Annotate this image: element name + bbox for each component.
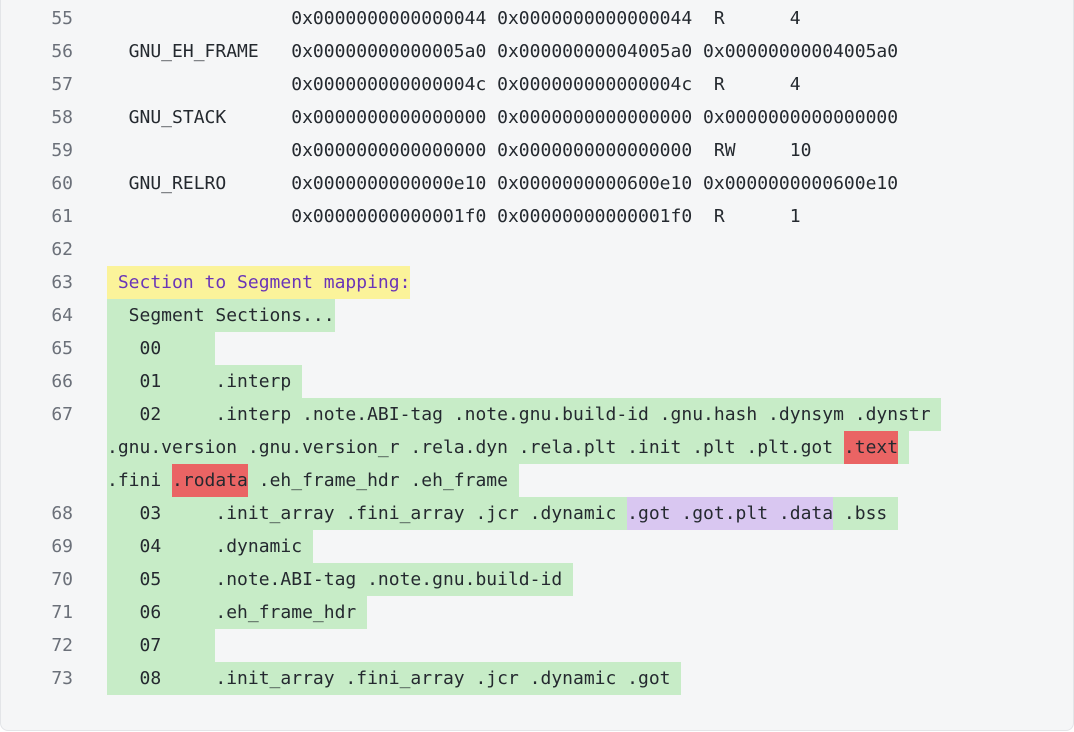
line-number: 64: [51, 305, 73, 326]
line-number: 69: [51, 536, 73, 557]
line-number: 61: [51, 206, 73, 227]
highlight-yellow-segment: Section to Segment mapping:: [107, 266, 411, 299]
code-line: 59 0x0000000000000000 0x0000000000000000…: [1, 134, 1073, 167]
code-line: 72 07: [1, 629, 1073, 662]
code-block: 55 0x0000000000000044 0x0000000000000044…: [0, 0, 1074, 731]
highlight-green-segment: .fini: [107, 464, 173, 497]
code-line: 60 GNU_RELRO 0x0000000000000e10 0x000000…: [1, 167, 1073, 200]
line-text-highlighted: 06 .eh_frame_hdr: [107, 596, 368, 629]
line-text-highlighted: 07: [107, 629, 216, 662]
line-text: 0x000000000000004c 0x000000000000004c R …: [107, 74, 801, 95]
line-number: 70: [51, 569, 73, 590]
highlight-green-segment: 04 .dynamic: [107, 530, 313, 563]
line-number: 67: [51, 404, 73, 425]
highlight-green-segment: 06 .eh_frame_hdr: [107, 596, 368, 629]
code-line: 73 08 .init_array .fini_array .jcr .dyna…: [1, 662, 1073, 695]
line-text-highlighted: .gnu.version .gnu.version_r .rela.dyn .r…: [107, 431, 909, 464]
line-text: GNU_STACK 0x0000000000000000 0x000000000…: [107, 107, 899, 128]
line-text-highlighted: 00: [107, 332, 216, 365]
code-line: 66 01 .interp: [1, 365, 1073, 398]
line-text-highlighted: Segment Sections...: [107, 299, 335, 332]
line-text: GNU_EH_FRAME 0x00000000000005a0 0x000000…: [107, 41, 899, 62]
highlight-green-segment: 08 .init_array .fini_array .jcr .dynamic…: [107, 662, 682, 695]
highlight-red-segment: .text: [843, 431, 899, 464]
highlight-purple-segment: .got .got.plt .data: [627, 497, 834, 530]
code-line: 67 02 .interp .note.ABI-tag .note.gnu.bu…: [1, 398, 1073, 431]
highlight-green-segment: 01 .interp: [107, 365, 303, 398]
line-text: 0x00000000000001f0 0x00000000000001f0 R …: [107, 206, 801, 227]
line-text-highlighted: 03 .init_array .fini_array .jcr .dynamic…: [107, 497, 899, 530]
code-line: 61 0x00000000000001f0 0x00000000000001f0…: [1, 200, 1073, 233]
line-text-highlighted: 05 .note.ABI-tag .note.gnu.build-id: [107, 563, 573, 596]
line-number: 65: [51, 338, 73, 359]
code-line: 65 00: [1, 332, 1073, 365]
code-line: 58 GNU_STACK 0x0000000000000000 0x000000…: [1, 101, 1073, 134]
line-text: 0x0000000000000000 0x0000000000000000 RW…: [107, 140, 812, 161]
highlight-green-segment: 03 .init_array .fini_array .jcr .dynamic: [107, 497, 628, 530]
highlight-green-segment: .eh_frame_hdr .eh_frame: [247, 464, 519, 497]
code-line: .fini .rodata .eh_frame_hdr .eh_frame: [1, 464, 1073, 497]
highlight-green-segment: .gnu.version .gnu.version_r .rela.dyn .r…: [107, 431, 844, 464]
line-text-highlighted: 01 .interp: [107, 365, 303, 398]
code-line: 69 04 .dynamic: [1, 530, 1073, 563]
line-text-highlighted: 02 .interp .note.ABI-tag .note.gnu.build…: [107, 398, 942, 431]
highlight-green-segment: 00: [107, 332, 216, 365]
highlight-green-segment: 02 .interp .note.ABI-tag .note.gnu.build…: [107, 398, 942, 431]
line-number: 56: [51, 41, 73, 62]
line-text-highlighted: 04 .dynamic: [107, 530, 313, 563]
highlight-green-segment: 07: [107, 629, 216, 662]
line-text: 0x0000000000000044 0x0000000000000044 R …: [107, 8, 801, 29]
code-line: 64 Segment Sections...: [1, 299, 1073, 332]
line-number: 58: [51, 107, 73, 128]
line-number: 63: [51, 272, 73, 293]
line-number: 55: [51, 8, 73, 29]
line-number: 60: [51, 173, 73, 194]
line-number: 66: [51, 371, 73, 392]
highlight-red-segment: .rodata: [172, 464, 248, 497]
line-text-highlighted: 08 .init_array .fini_array .jcr .dynamic…: [107, 662, 682, 695]
highlight-green-segment: .bss: [833, 497, 899, 530]
highlight-green-segment: Segment Sections...: [107, 299, 335, 332]
highlight-green-segment: 05 .note.ABI-tag .note.gnu.build-id: [107, 563, 573, 596]
code-line: 57 0x000000000000004c 0x000000000000004c…: [1, 68, 1073, 101]
code-line: 70 05 .note.ABI-tag .note.gnu.build-id: [1, 563, 1073, 596]
code-line: 63 Section to Segment mapping:: [1, 266, 1073, 299]
code-line: .gnu.version .gnu.version_r .rela.dyn .r…: [1, 431, 1073, 464]
line-text-highlighted: Section to Segment mapping:: [107, 266, 411, 299]
line-number: 71: [51, 602, 73, 623]
highlight-green-segment: [898, 431, 909, 464]
line-number: 72: [51, 635, 73, 656]
line-number: 57: [51, 74, 73, 95]
line-number: 73: [51, 668, 73, 689]
code-line: 62: [1, 233, 1073, 266]
code-line: 55 0x0000000000000044 0x0000000000000044…: [1, 2, 1073, 35]
code-line: 56 GNU_EH_FRAME 0x00000000000005a0 0x000…: [1, 35, 1073, 68]
code-line: 71 06 .eh_frame_hdr: [1, 596, 1073, 629]
line-text: GNU_RELRO 0x0000000000000e10 0x000000000…: [107, 173, 899, 194]
line-text-highlighted: .fini .rodata .eh_frame_hdr .eh_frame: [107, 464, 519, 497]
line-number: 68: [51, 503, 73, 524]
line-number: 62: [51, 239, 73, 260]
line-number: 59: [51, 140, 73, 161]
code-line: 68 03 .init_array .fini_array .jcr .dyna…: [1, 497, 1073, 530]
